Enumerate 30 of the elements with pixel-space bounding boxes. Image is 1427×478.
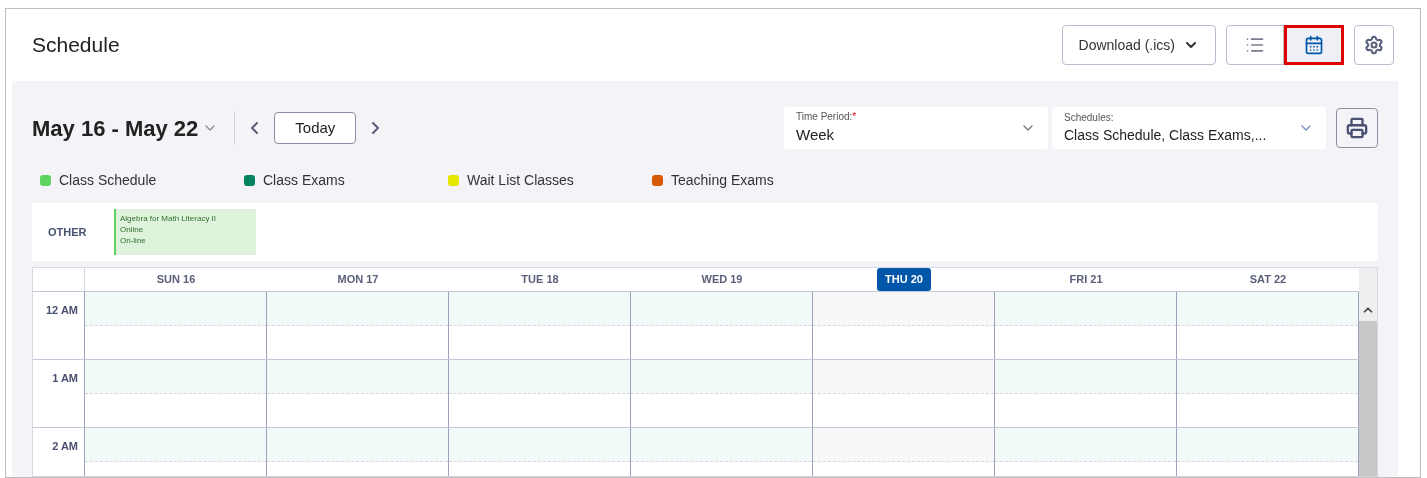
required-mark: * (852, 111, 857, 123)
legend-label: Class Exams (263, 170, 345, 190)
event-block[interactable]: Algebra for Math Literacy II Online On-line (114, 209, 256, 255)
day-header[interactable]: THU 20 (877, 268, 931, 291)
legend-label: Class Schedule (59, 170, 157, 190)
schedules-dropdown[interactable]: Schedules: Class Schedule, Class Exams,... (1052, 107, 1326, 149)
event-text: On-line (120, 235, 147, 246)
day-header[interactable]: TUE 18 (521, 271, 559, 288)
today-button[interactable]: Today (274, 112, 357, 144)
event-text: Online (120, 224, 145, 235)
field-value: Week (796, 125, 836, 146)
time-period-dropdown[interactable]: Time Period:* Week (784, 107, 1048, 149)
date-range[interactable]: May 16 - May 22 (32, 111, 199, 145)
field-value: Class Schedule, Class Exams,... (1064, 126, 1267, 145)
row-label: OTHER (47, 224, 88, 240)
day-header[interactable]: SUN 16 (156, 271, 196, 288)
legend-label: Wait List Classes (467, 170, 574, 190)
day-header[interactable]: SAT 22 (1249, 271, 1287, 288)
day-header[interactable]: WED 19 (701, 271, 743, 288)
hour-label: 1 AM (52, 370, 78, 386)
download-button[interactable]: Download (.ics) (1061, 25, 1216, 65)
page-title: Schedule (32, 32, 120, 59)
hour-label: 2 AM (52, 438, 78, 454)
field-label: Time Period: (796, 111, 853, 123)
field-label: Schedules: (1064, 111, 1115, 125)
hour-label: 12 AM (46, 302, 78, 318)
legend-label: Teaching Exams (671, 170, 774, 190)
day-header[interactable]: MON 17 (337, 271, 379, 288)
day-header[interactable]: FRI 21 (1069, 271, 1103, 288)
event-text: Algebra for Math Literacy II (120, 213, 218, 224)
